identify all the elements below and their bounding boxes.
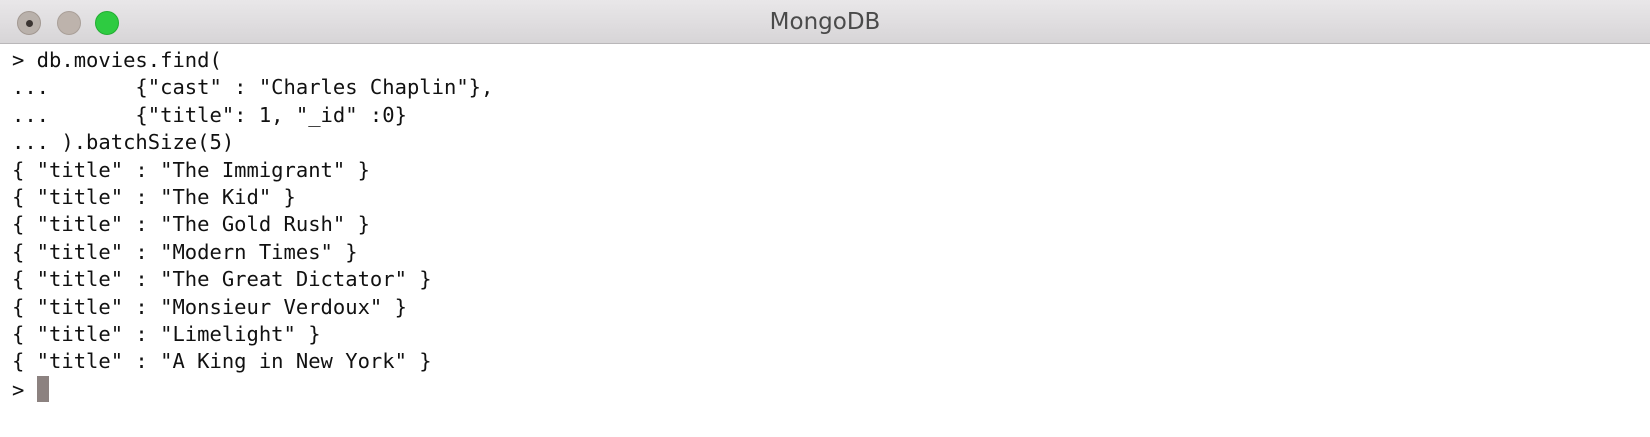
prompt: > [12, 377, 37, 402]
window-title: MongoDB [769, 9, 881, 35]
terminal-line: { "title" : "The Kid" } [12, 184, 296, 209]
terminal-line: ... {"title": 1, "_id" :0} [12, 102, 407, 127]
terminal-output[interactable]: > db.movies.find( ... {"cast" : "Charles… [12, 47, 1650, 437]
terminal-window: MongoDB > db.movies.find( ... {"cast" : … [0, 0, 1650, 437]
terminal-line: { "title" : "Monsieur Verdoux" } [12, 294, 407, 319]
terminal-line: { "title" : "Limelight" } [12, 321, 321, 346]
terminal-line: ... {"cast" : "Charles Chaplin"}, [12, 75, 494, 100]
prompt-line[interactable]: > [12, 375, 1650, 403]
terminal-line: { "title" : "The Gold Rush" } [12, 212, 370, 237]
terminal-line: { "title" : "A King in New York" } [12, 349, 432, 374]
terminal-line: { "title" : "Modern Times" } [12, 239, 358, 264]
title-bar: MongoDB [0, 0, 1650, 44]
terminal-line: { "title" : "The Immigrant" } [12, 157, 370, 182]
terminal-line: ... ).batchSize(5) [12, 130, 235, 155]
terminal-line: { "title" : "The Great Dictator" } [12, 267, 432, 292]
terminal-line: > db.movies.find( [12, 48, 222, 72]
text-cursor[interactable] [36, 375, 49, 402]
